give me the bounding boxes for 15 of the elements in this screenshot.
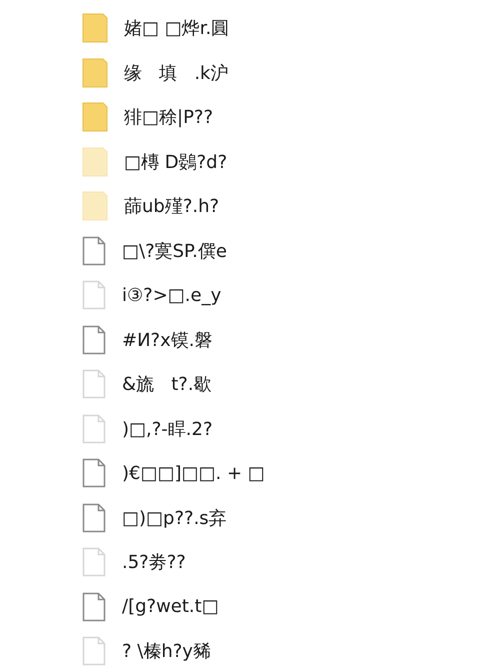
file-name[interactable]: &旒 t?.歇	[122, 372, 212, 396]
file-name[interactable]: 猅□稌|P??	[124, 105, 214, 130]
file-name[interactable]: 媎□ □烨r.圓	[124, 16, 230, 40]
file-name[interactable]: □\?寞SP.僎e	[122, 238, 227, 263]
file-name[interactable]: i③?>□.e_y	[122, 284, 222, 306]
file-name[interactable]: 蒒ub殣?.h?	[124, 194, 220, 218]
file-name[interactable]: 缘 填 .k沪	[124, 60, 228, 85]
file-name[interactable]: □槫 D鷃?d?	[124, 150, 228, 174]
file-name[interactable]: /[g?wet.t□	[122, 596, 219, 618]
file-name[interactable]: )€□□]□□. + □	[122, 462, 265, 484]
file-name[interactable]: #И?x镆.磐	[122, 328, 212, 352]
file-name[interactable]: ? \榛h?y豨	[122, 639, 211, 664]
file-name[interactable]: .5?劵??	[122, 550, 186, 574]
file-name[interactable]: )□,?-睅.2?	[122, 416, 213, 441]
file-name[interactable]: □)□p??.s弃	[122, 506, 227, 530]
